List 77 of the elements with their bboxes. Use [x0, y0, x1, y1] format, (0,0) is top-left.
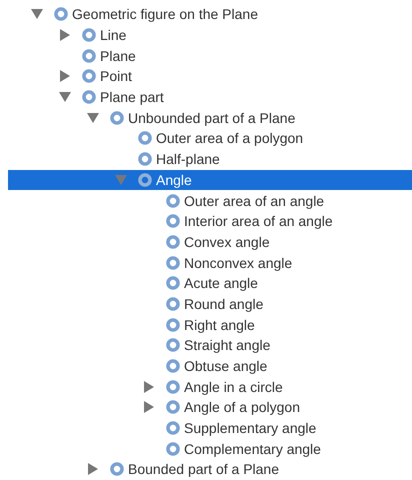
item-label: Unbounded part of a Plane — [128, 110, 296, 126]
item-label: Straight angle — [184, 337, 270, 354]
tree-item[interactable]: Geometric figure on the Plane — [8, 4, 412, 25]
ring-icon — [166, 194, 180, 208]
ring-icon — [166, 442, 180, 456]
ring-icon — [138, 131, 152, 146]
item-label: Bounded part of a Plane — [128, 461, 280, 478]
tree-item[interactable]: Straight angle — [8, 335, 412, 356]
item-label: Right angle — [184, 316, 255, 333]
ring-icon — [166, 400, 180, 414]
expand-triangle-icon[interactable] — [143, 380, 155, 393]
item-label: Outer area of an angle — [184, 192, 324, 209]
tree-item[interactable]: Angle in a circle — [8, 376, 412, 398]
expand-triangle-icon[interactable] — [59, 70, 71, 82]
collapse-triangle-icon[interactable] — [87, 112, 99, 124]
ring-icon — [166, 234, 180, 249]
ring-icon — [110, 462, 124, 476]
ring-icon — [166, 380, 180, 394]
tree-item[interactable]: Line — [8, 24, 412, 46]
ring-icon — [82, 48, 96, 63]
ring-icon — [110, 110, 124, 125]
ring-icon — [166, 338, 180, 352]
tree-item[interactable]: Plane part — [8, 86, 412, 108]
tree-item[interactable]: Supplementary angle — [8, 418, 412, 438]
collapse-triangle-icon[interactable] — [31, 8, 43, 20]
tree-item[interactable]: Bounded part of a Plane — [8, 459, 412, 480]
item-label: Plane — [100, 48, 136, 64]
item-label: Outer area of a polygon — [156, 130, 304, 146]
tree-item[interactable]: Unbounded part of a Plane — [8, 107, 412, 128]
tree-item[interactable]: Right angle — [8, 314, 412, 335]
item-label: Geometric figure on the Plane — [72, 6, 258, 22]
item-label: Angle in a circle — [184, 378, 283, 395]
item-label: Obtuse angle — [184, 358, 268, 374]
collapse-triangle-icon[interactable] — [59, 91, 71, 104]
item-label: Supplementary angle — [184, 420, 316, 436]
tree-item[interactable]: Interior area of an angle — [8, 210, 412, 232]
ring-icon — [166, 276, 180, 290]
ring-icon — [166, 421, 180, 436]
item-label: Angle of a polygon — [184, 399, 300, 416]
item-label: Convex angle — [184, 234, 270, 250]
item-label: Line — [100, 27, 126, 44]
item-label: Half-plane — [156, 151, 220, 168]
ring-icon — [166, 214, 180, 228]
ring-icon — [166, 359, 180, 374]
tree-item[interactable]: Point — [8, 66, 412, 87]
tree-item[interactable]: Nonconvex angle — [8, 252, 412, 273]
tree-item[interactable]: Outer area of a polygon — [8, 128, 412, 149]
ring-icon — [166, 318, 180, 332]
item-label: Angle — [156, 172, 192, 188]
expand-triangle-icon[interactable] — [87, 463, 99, 476]
tree-item[interactable]: Complementary angle — [8, 438, 412, 460]
tree-item[interactable]: Half-plane — [8, 148, 412, 170]
tree-item[interactable]: Plane — [8, 45, 412, 66]
tree-item[interactable]: Outer area of an angle — [8, 190, 412, 211]
tree-item[interactable]: Angle — [8, 170, 412, 190]
ring-icon — [138, 172, 152, 187]
ring-icon — [166, 296, 180, 311]
tree-item[interactable]: Acute angle — [8, 272, 412, 294]
tree-item[interactable]: Angle of a polygon — [8, 397, 412, 418]
ring-icon — [166, 256, 180, 270]
item-label: Acute angle — [184, 275, 258, 292]
item-label: Point — [100, 68, 132, 84]
expand-triangle-icon[interactable] — [143, 401, 155, 414]
ring-icon — [82, 90, 96, 104]
item-label: Interior area of an angle — [184, 213, 333, 230]
ring-icon — [82, 69, 96, 84]
expand-triangle-icon[interactable] — [59, 29, 71, 42]
item-label: Complementary angle — [184, 440, 321, 457]
item-label: Plane part — [100, 89, 164, 106]
tree-item[interactable]: Round angle — [8, 294, 412, 314]
ring-icon — [138, 152, 152, 166]
ring-icon — [54, 7, 68, 22]
item-label: Nonconvex angle — [184, 254, 292, 271]
item-label: Round angle — [184, 296, 264, 312]
tree-item[interactable]: Obtuse angle — [8, 356, 412, 376]
ring-icon — [82, 28, 96, 42]
tree-item[interactable]: Convex angle — [8, 232, 412, 252]
